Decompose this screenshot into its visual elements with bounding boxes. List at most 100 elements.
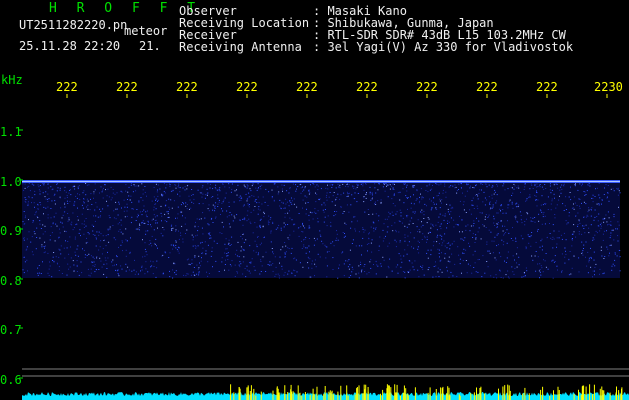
noise-speck: [191, 262, 193, 264]
noise-speck: [516, 247, 518, 249]
noise-speck: [587, 184, 589, 186]
noise-speck: [94, 209, 96, 211]
noise-speck: [608, 200, 610, 202]
noise-speck: [539, 271, 541, 273]
noise-speck: [392, 203, 394, 204]
noise-speck: [148, 221, 149, 223]
noise-speck: [309, 276, 311, 278]
noise-speck: [103, 239, 105, 241]
noise-speck: [183, 203, 184, 205]
noise-speck: [587, 251, 589, 253]
noise-speck: [430, 232, 431, 233]
noise-speck: [348, 184, 350, 186]
noise-speck: [466, 184, 468, 186]
noise-speck: [324, 209, 326, 210]
noise-speck: [345, 260, 347, 262]
noise-speck: [208, 204, 210, 206]
noise-speck: [577, 212, 579, 214]
noise-speck: [374, 201, 376, 203]
noise-speck: [538, 213, 540, 215]
noise-speck: [282, 246, 284, 248]
noise-speck: [530, 235, 532, 237]
noise-speck: [409, 269, 411, 271]
noise-speck: [74, 204, 75, 206]
noise-speck: [259, 273, 261, 275]
noise-speck: [309, 192, 311, 194]
noise-speck: [28, 183, 30, 184]
noise-speck: [488, 250, 490, 252]
noise-speck: [352, 185, 354, 187]
noise-speck: [502, 212, 504, 214]
noise-speck: [91, 204, 93, 205]
noise-speck: [400, 266, 402, 268]
noise-speck: [100, 233, 102, 235]
noise-speck: [86, 255, 88, 256]
noise-speck: [145, 230, 147, 232]
noise-speck: [41, 244, 43, 246]
noise-speck: [577, 224, 579, 226]
noise-speck: [77, 186, 79, 188]
noise-speck: [500, 210, 501, 212]
noise-speck: [591, 257, 592, 259]
noise-speck: [446, 243, 448, 244]
noise-speck: [332, 257, 334, 259]
noise-speck: [162, 272, 164, 274]
noise-speck: [105, 235, 107, 237]
noise-speck: [287, 212, 289, 214]
noise-speck: [227, 252, 229, 254]
noise-speck: [63, 247, 65, 249]
noise-speck: [156, 267, 158, 269]
noise-speck: [361, 269, 363, 271]
noise-speck: [256, 226, 258, 228]
noise-speck: [319, 256, 321, 258]
noise-speck: [484, 197, 486, 199]
noise-speck: [604, 217, 606, 219]
noise-speck: [59, 189, 61, 191]
noise-speck: [337, 183, 339, 185]
noise-speck: [74, 188, 76, 190]
noise-speck: [469, 187, 471, 189]
noise-speck: [536, 205, 538, 207]
noise-speck: [452, 243, 453, 245]
noise-speck: [144, 248, 146, 250]
noise-speck: [337, 277, 339, 279]
noise-speck: [153, 186, 155, 188]
noise-speck: [155, 276, 157, 278]
noise-speck: [581, 202, 582, 204]
noise-speck: [296, 271, 298, 273]
noise-speck: [298, 235, 300, 237]
noise-speck: [283, 274, 285, 276]
noise-speck: [224, 186, 226, 188]
noise-speck: [106, 263, 108, 265]
noise-speck: [450, 217, 452, 219]
noise-speck: [221, 208, 222, 210]
noise-speck: [168, 198, 170, 200]
noise-speck: [518, 187, 520, 189]
noise-speck: [360, 261, 361, 263]
noise-speck: [368, 238, 370, 240]
noise-speck: [100, 186, 102, 188]
noise-speck: [23, 239, 25, 241]
noise-speck: [354, 192, 356, 194]
noise-speck: [256, 202, 258, 204]
noise-speck: [391, 225, 393, 227]
noise-speck: [440, 223, 442, 225]
noise-speck: [167, 211, 169, 213]
noise-speck: [74, 251, 76, 253]
noise-speck: [312, 183, 314, 184]
noise-speck: [126, 206, 128, 208]
noise-speck: [300, 183, 302, 185]
noise-speck: [558, 199, 560, 201]
noise-speck: [436, 241, 438, 243]
noise-speck: [585, 225, 587, 226]
noise-speck: [377, 265, 379, 267]
noise-speck: [603, 272, 605, 274]
noise-speck: [428, 218, 430, 220]
noise-speck: [65, 240, 66, 242]
noise-speck: [449, 248, 451, 250]
noise-speck: [47, 183, 49, 185]
noise-speck: [147, 271, 149, 273]
noise-speck: [438, 192, 440, 194]
noise-speck: [346, 184, 348, 185]
noise-speck: [88, 253, 90, 255]
